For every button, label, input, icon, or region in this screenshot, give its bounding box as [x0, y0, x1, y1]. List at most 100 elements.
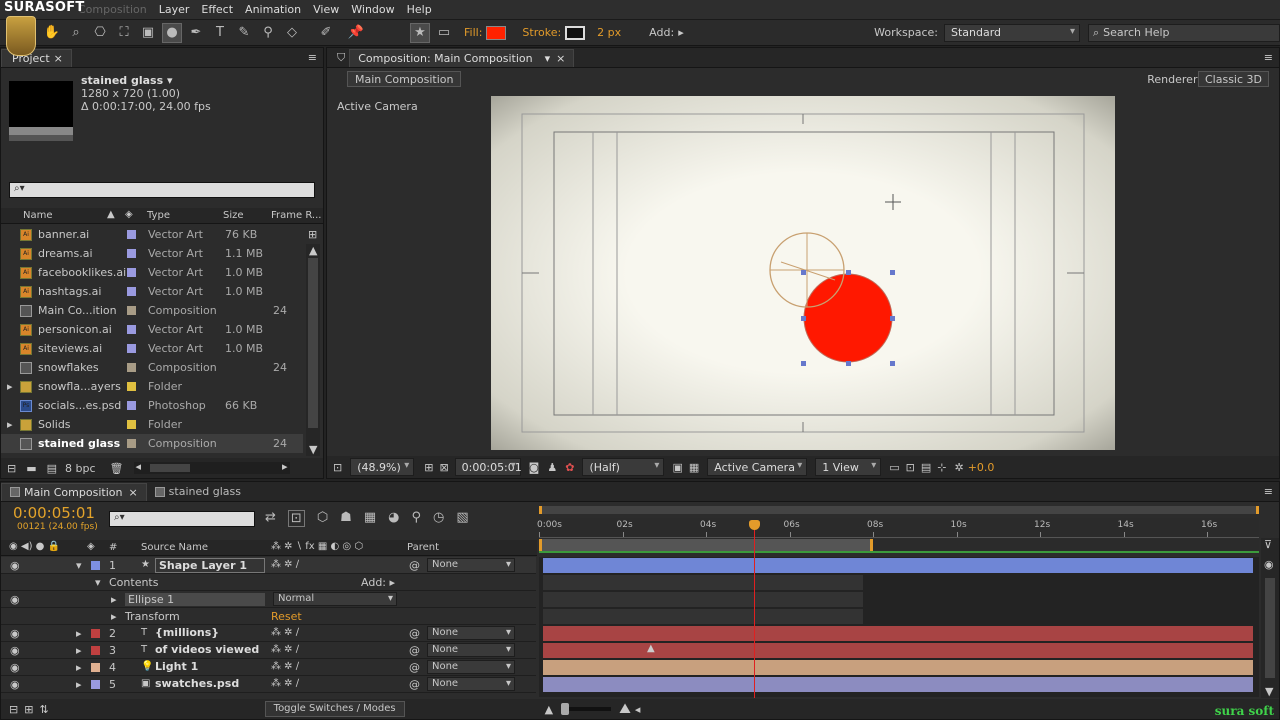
always-preview-icon[interactable]: ⊡ [333, 461, 342, 474]
label-color[interactable] [127, 344, 136, 353]
mask-visibility-icon[interactable]: ⊠ [439, 461, 448, 474]
hand-tool-icon[interactable]: ✋ [42, 23, 62, 43]
new-folder-icon[interactable]: ▬ [26, 462, 36, 475]
expand-triangle-icon[interactable]: ▾ [76, 559, 82, 572]
project-search-input[interactable]: ⌕▾ [9, 182, 315, 198]
roto-brush-tool-icon[interactable]: ✐ [316, 23, 336, 43]
pan-behind-tool-icon[interactable]: ▣ [138, 23, 158, 43]
stroke-width-value[interactable]: 2 px [597, 26, 621, 39]
col-name[interactable]: Name [23, 210, 53, 221]
layer-label-color[interactable] [91, 680, 100, 689]
layer-row[interactable]: ◉ ▸ 5 ▣ swatches.psd ⁂ ✲ ∕ @ None ▾ [1, 676, 536, 693]
label-color[interactable] [127, 439, 136, 448]
hierarchy-icon[interactable]: ⊞ [308, 228, 317, 241]
property-name[interactable]: Contents [109, 576, 158, 589]
expand-triangle-icon[interactable]: ▸ [76, 627, 82, 640]
contents-add-button[interactable]: Add: ▸ [361, 576, 395, 589]
label-color[interactable] [127, 401, 136, 410]
auto-keyframe-icon[interactable]: ◷ [433, 510, 444, 527]
blend-mode-dropdown[interactable]: Normal ▾ [273, 592, 397, 606]
eye-icon[interactable]: ◉ [10, 644, 20, 657]
new-comp-icon[interactable]: ▤ [47, 462, 57, 475]
layer-label-color[interactable] [91, 663, 100, 672]
expand-triangle-icon[interactable]: ▸ [76, 644, 82, 657]
parent-dropdown[interactable]: None ▾ [427, 677, 515, 691]
layer-label-color[interactable] [91, 629, 100, 638]
puppet-pin-tool-icon[interactable]: 📌 [346, 23, 366, 43]
parent-pickwhip-icon[interactable]: @ [409, 559, 420, 572]
timeline-vscroll[interactable]: ⊽ ◉ ▼ [1261, 538, 1279, 698]
eye-icon[interactable]: ◉ [10, 661, 20, 674]
workspace-dropdown[interactable]: Standard [944, 23, 1080, 42]
property-row[interactable]: ▾ Contents Add: ▸ [1, 574, 536, 591]
label-col-icon[interactable]: ◈ [125, 209, 133, 220]
scroll-left-icon[interactable]: ◂ [635, 703, 641, 716]
layer-duration-bar[interactable] [543, 677, 1253, 692]
label-color[interactable] [127, 363, 136, 372]
label-color[interactable] [127, 420, 136, 429]
fast-previews-icon[interactable]: ⊡ [906, 461, 915, 474]
parent-pickwhip-icon[interactable]: @ [409, 661, 420, 674]
timeline-search-input[interactable]: ⌕▾ [109, 511, 255, 527]
layer-row[interactable]: ◉ ▾ 1 ★ Shape Layer 1 ⁂ ✲ ∕ @ None ▾ [1, 557, 536, 574]
timeline-icon[interactable]: ▤ [921, 461, 931, 474]
project-item[interactable]: Ai siteviews.ai Vector Art 1.0 MB [1, 339, 303, 358]
mask-tool-icon[interactable]: ▭ [434, 23, 454, 43]
project-item[interactable]: Ai dreams.ai Vector Art 1.1 MB [1, 244, 303, 263]
trash-icon[interactable]: 🗑 [110, 462, 124, 475]
parent-dropdown[interactable]: None ▾ [427, 626, 515, 640]
flowchart-icon[interactable]: ⊹ [937, 461, 946, 474]
eraser-tool-icon[interactable]: ◇ [282, 23, 302, 43]
menu-view[interactable]: View [307, 3, 345, 16]
project-item-name[interactable]: stained glass ▾ [81, 74, 173, 87]
layer-switches-icons[interactable]: ⁂ ✲ ∕ [271, 644, 299, 655]
transform-reset-link[interactable]: Reset [271, 610, 302, 623]
label-color[interactable] [127, 268, 136, 277]
zoom-slider[interactable] [561, 703, 612, 715]
project-item[interactable]: stained glass Composition 24 [1, 434, 303, 453]
layer-name[interactable]: {millions} [155, 626, 219, 639]
project-hscroll[interactable]: ◂ ▸ [133, 460, 290, 474]
star-tool-icon[interactable]: ★ [410, 22, 430, 43]
project-item[interactable]: ▸ Solids Folder [1, 415, 303, 434]
col-parent[interactable]: Parent [407, 542, 439, 553]
bpc-value[interactable]: 8 bpc [65, 462, 96, 475]
views-dropdown[interactable]: 1 View [815, 458, 882, 476]
layer-label-color[interactable] [91, 561, 100, 570]
zoom-dropdown[interactable]: (48.9%) [350, 458, 415, 476]
fill-swatch[interactable] [486, 25, 507, 40]
property-track[interactable] [543, 592, 863, 607]
expand-triangle-icon[interactable]: ▸ [111, 593, 117, 606]
current-time-indicator[interactable] [749, 520, 760, 698]
work-area-bar[interactable] [539, 539, 1259, 553]
menu-animation[interactable]: Animation [239, 3, 307, 16]
expand-switches-icon[interactable]: ⊟ [9, 703, 18, 716]
live-update-icon[interactable]: ⊡ [287, 510, 305, 527]
expand-triangle-icon[interactable]: ▾ [95, 576, 101, 589]
eye-icon[interactable]: ◉ [10, 678, 20, 691]
layer-switches-icons[interactable]: ⁂ ✲ ∕ [271, 559, 299, 570]
zoom-out-icon[interactable]: ▲ [545, 703, 553, 716]
layer-row[interactable]: ◉ ▸ 2 T {millions} ⁂ ✲ ∕ @ None ▾ [1, 625, 536, 642]
comp-mini-flowchart-icon[interactable]: ⇄ [265, 510, 276, 527]
zoom-in-icon[interactable]: ⛰ [619, 701, 631, 717]
ellipse-tool-icon[interactable]: ● [162, 22, 182, 43]
type-tool-icon[interactable]: T [210, 23, 230, 43]
label-color[interactable] [127, 382, 136, 391]
parent-dropdown[interactable]: None ▾ [427, 558, 515, 572]
keyframe-marker-icon[interactable]: ▲ [647, 643, 655, 654]
current-time[interactable]: 0:00:05:01 [13, 504, 95, 522]
project-item[interactable]: Ai personicon.ai Vector Art 1.0 MB [1, 320, 303, 339]
label-color[interactable] [127, 249, 136, 258]
menu-window[interactable]: Window [345, 3, 400, 16]
col-source-name[interactable]: Source Name [141, 542, 208, 553]
draft-3d-icon[interactable]: ⬡ [317, 510, 328, 527]
clone-stamp-tool-icon[interactable]: ⚲ [258, 23, 278, 43]
stroke-swatch[interactable] [565, 25, 586, 40]
property-track[interactable] [543, 575, 863, 590]
project-item[interactable]: snowflakes Composition 24 [1, 358, 303, 377]
layer-row[interactable]: ◉ ▸ 3 Tof videos viewed ⁂ ✲ ∕ @ None ▾ [1, 642, 536, 659]
toggle-pixel-icon[interactable]: ▭ [889, 461, 899, 474]
menu-effect[interactable]: Effect [195, 3, 239, 16]
project-item[interactable]: Ps socials...es.psd Photoshop 66 KB [1, 396, 303, 415]
